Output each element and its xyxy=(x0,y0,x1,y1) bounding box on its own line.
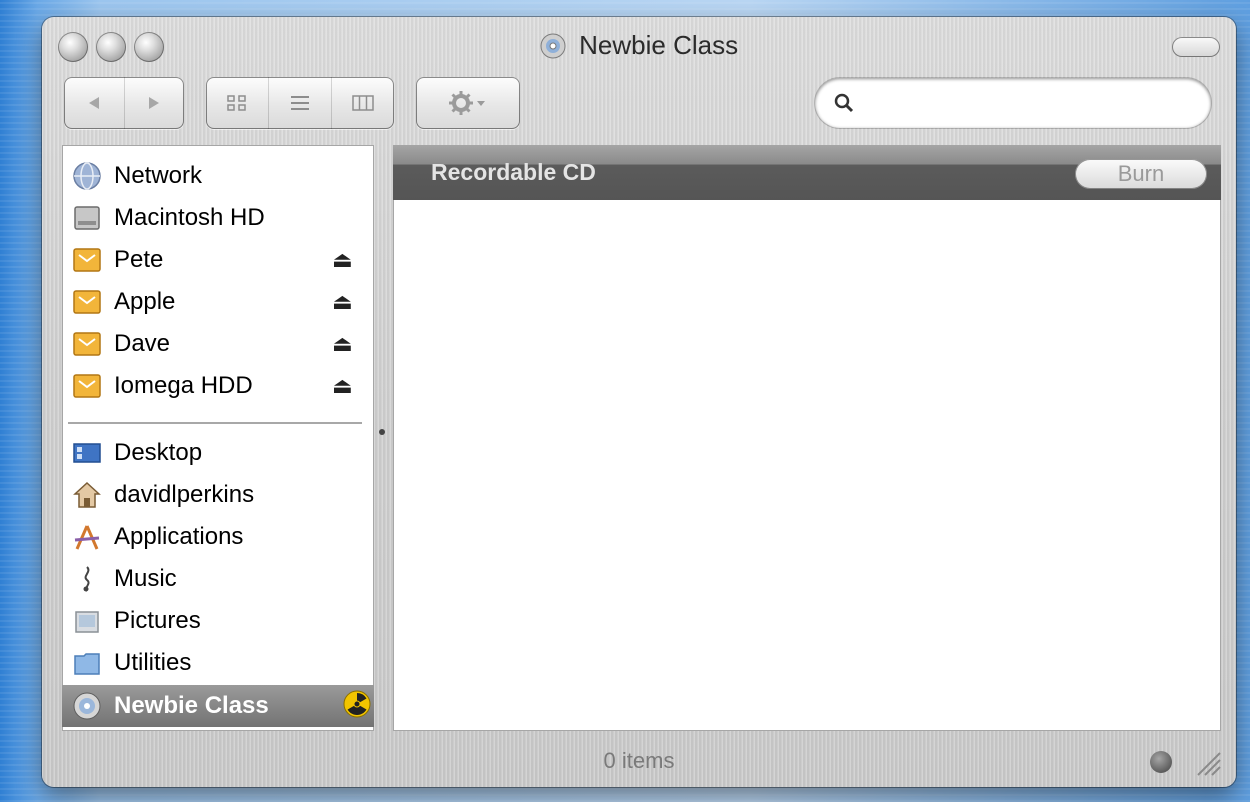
back-arrow-icon xyxy=(88,97,99,109)
window-title: Newbie Class xyxy=(42,30,1236,61)
sidebar: Network Macintosh HD Pete ⏏ Apple ⏏ Dave… xyxy=(62,145,374,731)
sidebar-item-label: Network xyxy=(114,162,203,189)
column-view-icon xyxy=(352,95,374,111)
title-bar[interactable]: Newbie Class xyxy=(42,17,1236,69)
window-title-text: Newbie Class xyxy=(579,30,739,60)
burn-bar-title: Recordable CD xyxy=(431,159,596,185)
icon-view-button[interactable] xyxy=(206,77,268,129)
sidebar-item-desktop[interactable]: Desktop xyxy=(62,432,374,474)
sidebar-item-iomega-hdd[interactable]: Iomega HDD ⏏ xyxy=(62,365,374,407)
sidebar-item-label: Macintosh HD xyxy=(114,204,265,231)
applications-icon xyxy=(70,520,104,554)
cd-icon xyxy=(70,689,104,723)
search-icon xyxy=(834,93,854,113)
column-view-button[interactable] xyxy=(331,77,394,129)
sidebar-item-utilities[interactable]: Utilities xyxy=(62,642,374,684)
sidebar-item-pictures[interactable]: Pictures xyxy=(62,600,374,642)
sidebar-item-label: davidlperkins xyxy=(114,481,255,508)
list-view-button[interactable] xyxy=(268,77,331,129)
cd-icon xyxy=(540,33,566,59)
sidebar-item-applications[interactable]: Applications xyxy=(62,516,374,558)
items-count: 0 items xyxy=(603,748,675,773)
hard-drive-icon xyxy=(70,201,104,235)
eject-icon[interactable]: ⏏ xyxy=(332,289,353,315)
sidebar-item-label: Pictures xyxy=(114,607,201,634)
sync-icon xyxy=(1150,751,1172,773)
icon-view-icon xyxy=(227,95,246,111)
sidebar-item-newbie-class[interactable]: Newbie Class xyxy=(62,685,374,727)
finder-window: Newbie Class Network Macintosh HD Pete ⏏… xyxy=(42,17,1236,787)
forward-arrow-icon xyxy=(149,97,160,109)
sidebar-item-label: Newbie Class xyxy=(114,692,269,719)
resize-grip-icon[interactable] xyxy=(1192,747,1222,777)
nav-buttons xyxy=(64,77,184,129)
sidebar-item-home[interactable]: davidlperkins xyxy=(62,474,374,516)
music-icon xyxy=(70,562,104,596)
sidebar-item-music[interactable]: Music xyxy=(62,558,374,600)
search-field[interactable] xyxy=(815,78,1211,128)
desktop-icon xyxy=(70,436,104,470)
home-icon xyxy=(70,478,104,512)
list-view-icon xyxy=(291,96,309,110)
sidebar-item-pete[interactable]: Pete ⏏ xyxy=(62,239,374,281)
sidebar-item-dave[interactable]: Dave ⏏ xyxy=(62,323,374,365)
status-bar: 0 items xyxy=(42,739,1236,783)
forward-button[interactable] xyxy=(123,77,185,129)
network-globe-icon xyxy=(70,159,104,193)
eject-icon[interactable]: ⏏ xyxy=(332,331,353,357)
sidebar-item-label: Music xyxy=(114,565,177,592)
chevron-down-icon xyxy=(477,101,485,106)
sidebar-item-label: Applications xyxy=(114,523,244,550)
radiation-icon[interactable] xyxy=(342,689,372,726)
shared-folder-icon xyxy=(70,327,104,361)
sidebar-item-network[interactable]: Network xyxy=(62,155,374,197)
content-pane[interactable]: Recordable CD Burn xyxy=(393,145,1221,731)
back-button[interactable] xyxy=(64,77,124,129)
toolbar-toggle-button[interactable] xyxy=(1172,37,1220,57)
shared-folder-icon xyxy=(70,369,104,403)
eject-icon[interactable]: ⏏ xyxy=(332,247,353,273)
sidebar-splitter[interactable] xyxy=(379,429,385,435)
sidebar-divider xyxy=(68,422,362,424)
view-buttons xyxy=(206,77,394,129)
eject-icon[interactable]: ⏏ xyxy=(332,373,353,399)
sidebar-item-label: Desktop xyxy=(114,439,203,466)
search-input[interactable] xyxy=(863,90,1211,116)
shared-folder-icon xyxy=(70,285,104,319)
sidebar-item-apple[interactable]: Apple ⏏ xyxy=(62,281,374,323)
burn-bar: Recordable CD Burn xyxy=(393,145,1221,200)
sidebar-item-label: Utilities xyxy=(114,649,192,676)
action-menu-button[interactable] xyxy=(416,77,520,129)
burn-button[interactable]: Burn xyxy=(1075,159,1207,189)
pictures-icon xyxy=(70,604,104,638)
action-menu-segment[interactable] xyxy=(416,77,520,129)
sidebar-item-macintosh-hd[interactable]: Macintosh HD xyxy=(62,197,374,239)
folder-icon xyxy=(70,646,104,680)
shared-folder-icon xyxy=(70,243,104,277)
gear-icon xyxy=(449,91,485,115)
